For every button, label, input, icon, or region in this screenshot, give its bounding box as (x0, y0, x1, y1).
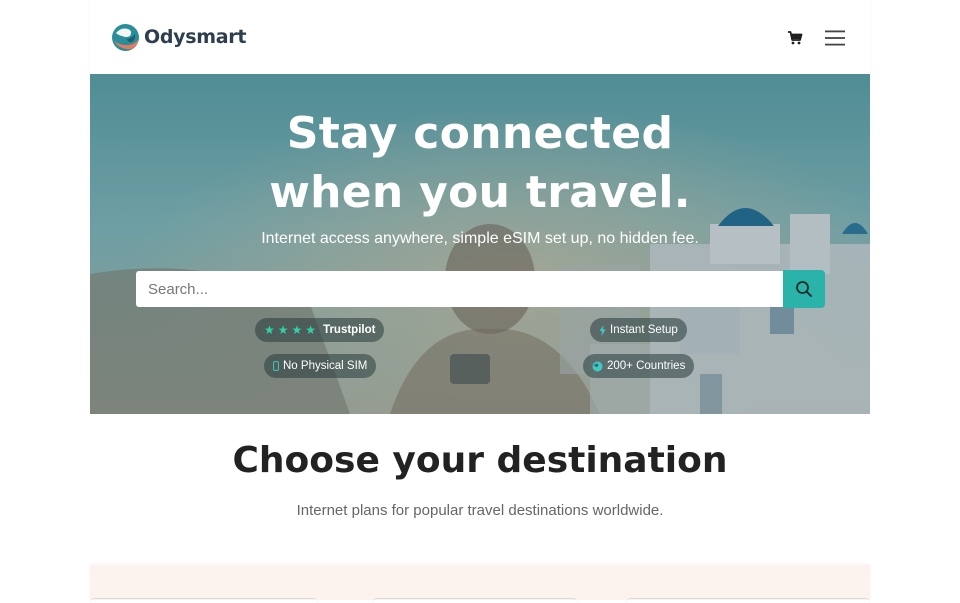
badge-trustpilot-label: Trustpilot (323, 324, 376, 336)
globe-icon (592, 361, 603, 372)
page: Odysmart Stay connected when you travel.… (90, 0, 870, 600)
destination-tab[interactable] (626, 598, 870, 603)
lightning-icon (599, 324, 606, 336)
hero-title-line-2: when you travel. (269, 167, 691, 218)
badge-countries-label: 200+ Countries (607, 360, 686, 372)
phone-icon (273, 361, 279, 371)
hero-title-line-1: Stay connected (286, 108, 674, 159)
badge-no-physical-sim-label: No Physical SIM (283, 360, 368, 372)
search-button[interactable] (783, 270, 825, 308)
site-header: Odysmart (90, 0, 870, 74)
search-input[interactable] (136, 271, 783, 307)
star-icon: ★ (277, 323, 289, 337)
hero-section: Stay connected when you travel. Internet… (90, 74, 870, 414)
badge-countries: 200+ Countries (583, 354, 695, 378)
star-icon: ★ (305, 323, 317, 337)
destination-tab[interactable] (372, 598, 578, 603)
badge-trustpilot[interactable]: ★ ★ ★ ★ Trustpilot (255, 318, 385, 342)
badge-instant-setup-label: Instant Setup (610, 324, 678, 336)
destinations-subtitle: Internet plans for popular travel destin… (296, 502, 664, 519)
badge-no-physical-sim: No Physical SIM (264, 354, 377, 378)
rating-stars: ★ ★ ★ ★ (264, 323, 319, 337)
search-icon (795, 280, 813, 298)
hero-subtitle: Internet access anywhere, simple eSIM se… (261, 230, 699, 247)
hamburger-menu-icon[interactable] (824, 29, 846, 47)
globe-logo-icon (111, 23, 140, 52)
badge-instant-setup: Instant Setup (590, 318, 687, 342)
brand-link[interactable]: Odysmart (111, 22, 246, 52)
star-icon: ★ (291, 323, 303, 337)
brand-name: Odysmart (144, 26, 247, 48)
destinations-title: Choose your destination (232, 440, 728, 481)
cart-icon[interactable] (787, 30, 803, 46)
hero-title: Stay connected when you travel. (90, 104, 870, 222)
destinations-panel (90, 565, 870, 600)
destination-tab[interactable] (90, 598, 318, 603)
star-icon: ★ (264, 323, 275, 337)
